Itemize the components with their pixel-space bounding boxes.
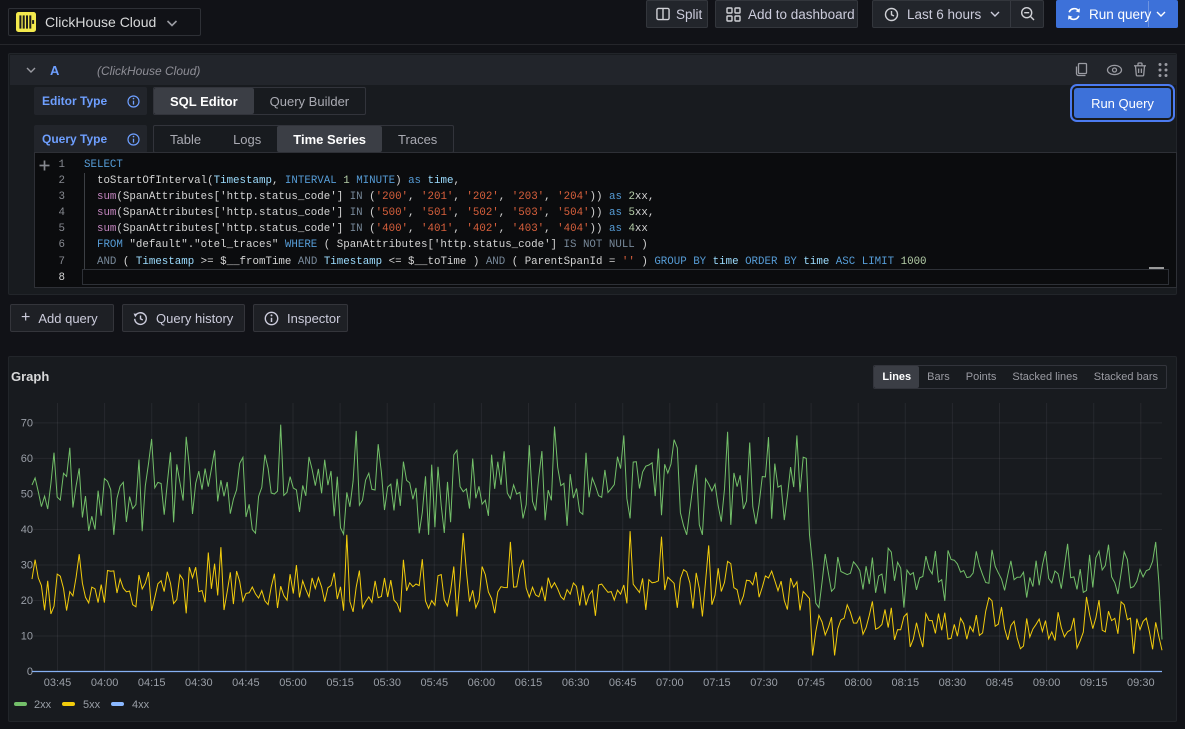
svg-text:4xx: 4xx xyxy=(132,699,150,711)
svg-text:08:30: 08:30 xyxy=(939,677,967,689)
svg-text:09:30: 09:30 xyxy=(1127,677,1155,689)
svg-text:06:45: 06:45 xyxy=(609,677,637,689)
svg-text:08:15: 08:15 xyxy=(892,677,920,689)
svg-text:04:00: 04:00 xyxy=(91,677,119,689)
svg-text:07:15: 07:15 xyxy=(703,677,731,689)
svg-text:09:00: 09:00 xyxy=(1033,677,1061,689)
svg-text:05:00: 05:00 xyxy=(279,677,307,689)
svg-text:07:00: 07:00 xyxy=(656,677,684,689)
svg-text:05:45: 05:45 xyxy=(421,677,449,689)
svg-text:04:30: 04:30 xyxy=(185,677,213,689)
svg-text:07:45: 07:45 xyxy=(797,677,825,689)
svg-text:20: 20 xyxy=(21,595,33,607)
svg-text:05:15: 05:15 xyxy=(326,677,354,689)
svg-text:2xx: 2xx xyxy=(34,699,52,711)
svg-text:70: 70 xyxy=(21,417,33,429)
svg-text:5xx: 5xx xyxy=(83,699,101,711)
svg-text:06:30: 06:30 xyxy=(562,677,590,689)
svg-text:60: 60 xyxy=(21,453,33,465)
svg-text:40: 40 xyxy=(21,524,33,536)
svg-text:30: 30 xyxy=(21,560,33,572)
svg-text:04:45: 04:45 xyxy=(232,677,260,689)
svg-text:10: 10 xyxy=(21,631,33,643)
svg-text:50: 50 xyxy=(21,488,33,500)
svg-text:06:15: 06:15 xyxy=(515,677,543,689)
svg-text:06:00: 06:00 xyxy=(468,677,496,689)
svg-text:08:45: 08:45 xyxy=(986,677,1014,689)
svg-text:08:00: 08:00 xyxy=(844,677,872,689)
svg-text:04:15: 04:15 xyxy=(138,677,166,689)
svg-text:03:45: 03:45 xyxy=(44,677,72,689)
svg-text:07:30: 07:30 xyxy=(750,677,778,689)
svg-text:09:15: 09:15 xyxy=(1080,677,1108,689)
svg-text:05:30: 05:30 xyxy=(373,677,401,689)
